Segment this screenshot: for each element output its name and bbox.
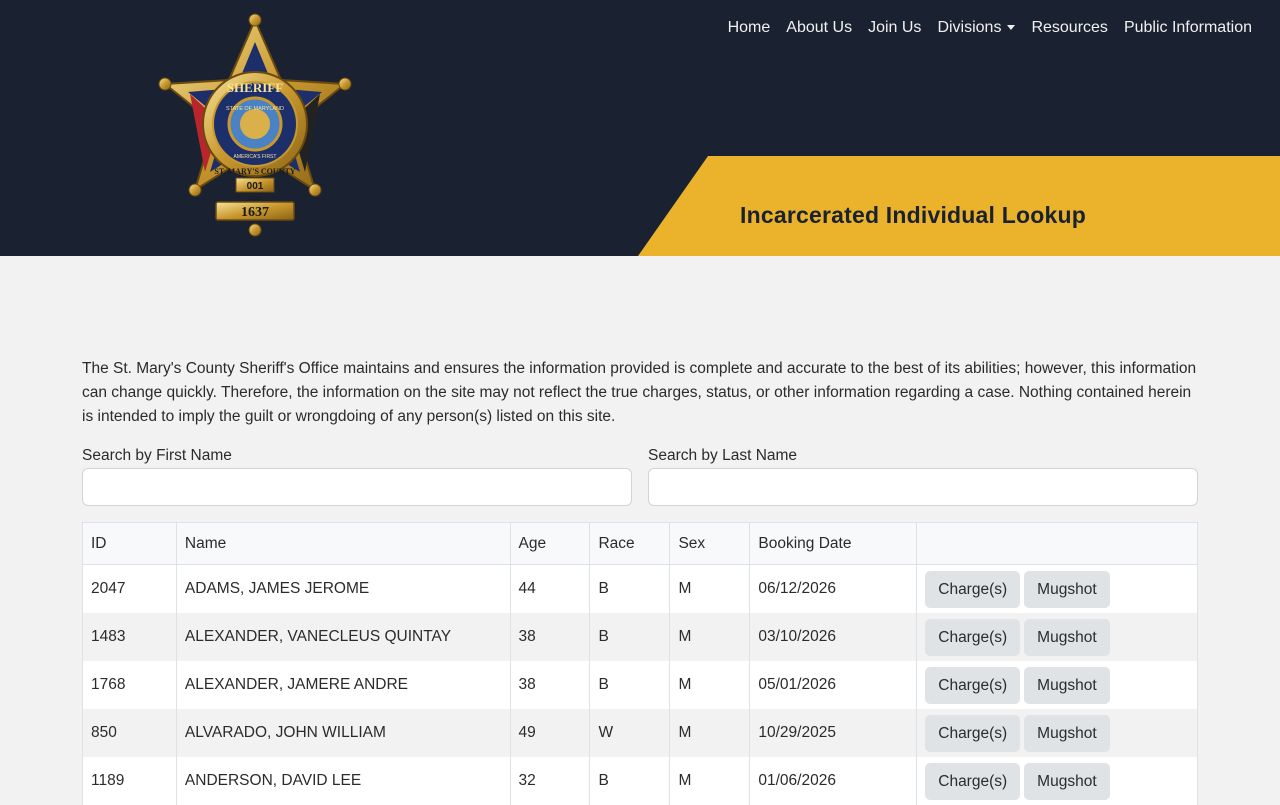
charges-button[interactable]: Charge(s) [925, 762, 1021, 800]
col-header-race: Race [589, 522, 671, 565]
table-header-row: ID Name Age Race Sex Booking Date [82, 522, 1198, 565]
cell-name: ANDERSON, DAVID LEE [175, 757, 511, 805]
cell-sex: M [669, 564, 751, 613]
col-header-name: Name [175, 522, 511, 565]
col-header-id: ID [82, 522, 177, 565]
cell-race: B [589, 564, 671, 613]
nav-join-us[interactable]: Join Us [860, 18, 929, 38]
cell-name: ALVARADO, JOHN WILLIAM [175, 709, 511, 757]
main-nav: Home About Us Join Us Divisions Resource… [720, 18, 1260, 38]
badge-number: 001 [247, 181, 264, 192]
cell-booking-date: 10/29/2025 [749, 709, 918, 757]
cell-booking-date: 05/01/2026 [749, 661, 918, 709]
cell-actions: Charge(s) Mugshot [916, 757, 1198, 805]
cell-sex: M [669, 613, 751, 661]
first-name-search-input[interactable] [82, 468, 632, 506]
cell-race: W [589, 709, 671, 757]
badge-top-text: SHERIFF [227, 80, 283, 95]
page-title: Incarcerated Individual Lookup [740, 202, 1086, 228]
table-row: 1483 ALEXANDER, VANECLEUS QUINTAY 38 B M… [82, 613, 1198, 661]
cell-actions: Charge(s) Mugshot [916, 709, 1198, 757]
col-header-actions [916, 522, 1198, 565]
nav-resources[interactable]: Resources [1023, 18, 1115, 38]
sheriff-badge-logo[interactable]: SHERIFF STATE OF MARYLAND AMERICA'S FIRS… [150, 12, 360, 242]
cell-id: 1483 [82, 613, 177, 661]
cell-actions: Charge(s) Mugshot [916, 613, 1198, 661]
cell-name: ADAMS, JAMES JEROME [175, 564, 511, 613]
cell-name: ALEXANDER, JAMERE ANDRE [175, 661, 511, 709]
charges-button[interactable]: Charge(s) [925, 714, 1021, 752]
chevron-down-icon [1007, 25, 1016, 31]
cell-age: 32 [509, 757, 591, 805]
col-header-sex: Sex [669, 522, 751, 565]
col-header-age: Age [509, 522, 591, 565]
cell-race: B [589, 613, 671, 661]
cell-id: 1189 [82, 757, 177, 805]
cell-age: 38 [509, 613, 591, 661]
cell-age: 38 [509, 661, 591, 709]
last-name-label: Search by Last Name [648, 447, 798, 464]
cell-id: 2047 [82, 564, 177, 613]
cell-id: 1768 [82, 661, 177, 709]
cell-booking-date: 01/06/2026 [749, 757, 918, 805]
table-row: 1768 ALEXANDER, JAMERE ANDRE 38 B M 05/0… [82, 661, 1198, 709]
badge-since: SINCE [248, 196, 262, 201]
col-header-booking-date: Booking Date [749, 522, 918, 565]
badge-ring-text: STATE OF MARYLAND [226, 106, 284, 112]
first-name-label: Search by First Name [82, 447, 232, 464]
badge-motto: AMERICA'S FIRST [234, 154, 277, 160]
mugshot-button[interactable]: Mugshot [1024, 762, 1110, 800]
cell-sex: M [669, 661, 751, 709]
table-row: 1189 ANDERSON, DAVID LEE 32 B M 01/06/20… [82, 757, 1198, 805]
mugshot-button[interactable]: Mugshot [1024, 666, 1110, 704]
cell-race: B [589, 661, 671, 709]
charges-button[interactable]: Charge(s) [925, 570, 1021, 608]
charges-button[interactable]: Charge(s) [925, 666, 1021, 704]
last-name-search-input[interactable] [648, 468, 1198, 506]
nav-divisions-label: Divisions [937, 19, 1002, 36]
charges-button[interactable]: Charge(s) [925, 618, 1021, 656]
cell-booking-date: 06/12/2026 [749, 564, 918, 613]
cell-name: ALEXANDER, VANECLEUS QUINTAY [175, 613, 511, 661]
cell-age: 44 [509, 564, 591, 613]
mugshot-button[interactable]: Mugshot [1024, 618, 1110, 656]
disclaimer-text: The St. Mary's County Sheriff's Office m… [82, 360, 1197, 425]
nav-about-us[interactable]: About Us [778, 18, 860, 38]
cell-age: 49 [509, 709, 591, 757]
cell-sex: M [669, 757, 751, 805]
cell-race: B [589, 757, 671, 805]
inmate-table: ID Name Age Race Sex Booking Date 2047 A… [82, 522, 1198, 805]
badge-county-text: ST. MARY'S COUNTY [214, 167, 295, 176]
cell-id: 850 [82, 709, 177, 757]
site-header: SHERIFF STATE OF MARYLAND AMERICA'S FIRS… [0, 0, 1280, 256]
table-row: 850 ALVARADO, JOHN WILLIAM 49 W M 10/29/… [82, 709, 1198, 757]
badge-year: 1637 [241, 205, 269, 220]
cell-actions: Charge(s) Mugshot [916, 661, 1198, 709]
nav-home[interactable]: Home [720, 18, 779, 38]
cell-sex: M [669, 709, 751, 757]
cell-actions: Charge(s) Mugshot [916, 564, 1198, 613]
mugshot-button[interactable]: Mugshot [1024, 570, 1110, 608]
mugshot-button[interactable]: Mugshot [1024, 714, 1110, 752]
nav-divisions[interactable]: Divisions [929, 18, 1023, 38]
cell-booking-date: 03/10/2026 [749, 613, 918, 661]
nav-public-information[interactable]: Public Information [1116, 18, 1260, 38]
table-row: 2047 ADAMS, JAMES JEROME 44 B M 06/12/20… [82, 564, 1198, 613]
